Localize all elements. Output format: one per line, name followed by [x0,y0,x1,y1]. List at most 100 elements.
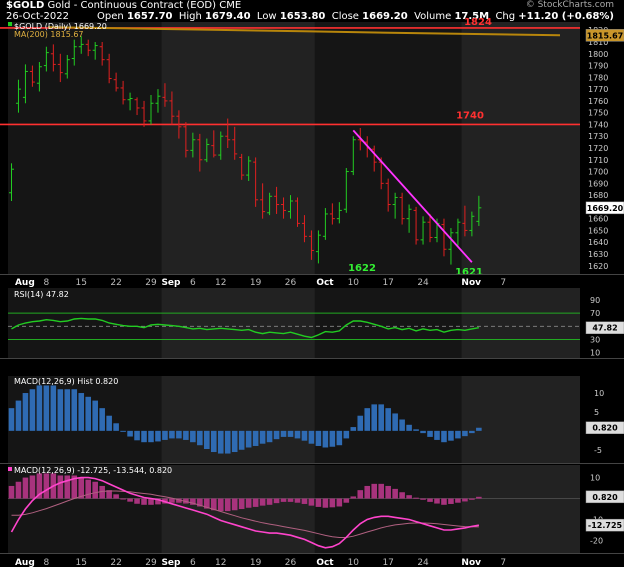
macd-hist-bar-16 [120,498,126,500]
macd-hist-bar-35 [252,498,259,507]
price-legend-swatch [8,22,12,26]
hist-bar-25 [183,430,189,440]
ma-last-tag-text: 1815.67 [587,31,623,40]
hist-y-tick-2: 5 [594,408,599,417]
rsi-legend: RSI(14) 47.82 [14,290,69,299]
macd-hist-bar-53 [378,483,384,499]
panel1-month-band-2 [314,288,462,358]
panel1-month-band-1 [161,288,315,358]
panel0-month-band-3 [461,22,580,274]
panel3-month-band-1 [161,465,315,553]
x-tick-label-0-0: Aug [15,278,35,288]
macd-hist-bar-23 [169,498,175,503]
hist-bar-41 [294,430,301,439]
hist-bar-32 [231,430,238,453]
hist-bar-43 [308,430,315,444]
panel2-month-band-3 [461,376,580,463]
x-tick-label-1-6: 6 [190,558,196,567]
x-tick-label-0-1: 8 [43,278,49,288]
macd-hist-bar-31 [224,498,231,512]
x-tick-label-0-4: 29 [145,278,157,288]
hist-bar-67 [476,427,482,431]
macd-hist-bar-64 [455,498,461,503]
hist-legend: MACD(12,26,9) Hist 0.820 [14,377,118,386]
hist-bar-0 [8,408,15,431]
x-tick-label-1-1: 8 [43,558,49,567]
hist-bar-35 [252,430,259,446]
macd-hist-bar-41 [294,498,301,503]
hist-bar-56 [399,419,405,431]
x-tick-label-1-7: 12 [215,558,226,567]
hist-bar-21 [155,430,161,442]
hist-bar-42 [301,430,308,441]
x-tick-label-1-8: 19 [250,558,262,567]
x-tick-label-1-14: Nov [461,558,481,567]
price-y-tick-0: 1620 [588,262,608,271]
hist-bar-11 [85,396,92,431]
price-y-tick-14: 1760 [588,97,608,106]
price-y-tick-11: 1730 [588,132,608,141]
hist-bar-28 [204,430,210,450]
hist-bar-19 [141,430,147,443]
hist-bar-12 [92,400,98,431]
hist-bar-60 [427,430,433,437]
hist-bar-22 [162,430,168,440]
hist-bar-24 [176,430,182,439]
macd-last-tag-text: -12.725 [588,521,623,530]
price-y-tick-12: 1740 [588,120,608,129]
macd-hist-bar-63 [448,498,454,504]
macd-hist-bar-44 [315,498,322,507]
hist-bar-64 [455,430,461,439]
macd-hist-bar-45 [322,498,329,508]
hist-bar-57 [406,424,412,431]
hist-bar-37 [266,430,273,443]
hist-bar-15 [113,423,119,431]
hist-y-tick-0: -5 [594,446,602,455]
hist-bar-62 [441,430,447,443]
hist-bar-39 [280,430,287,437]
hist-bar-50 [357,415,364,431]
price-y-tick-9: 1710 [588,156,608,165]
macd-hist-last-tag-text: 0.820 [592,493,618,502]
macd-hist-bar-39 [280,498,287,502]
price-y-tick-13: 1750 [588,109,608,118]
price-last-tag-text: 1669.20 [587,204,624,213]
panel0-month-band-1 [161,22,315,274]
hist-bar-20 [148,430,154,443]
x-tick-label-1-4: 29 [145,558,157,567]
hist-bar-48 [343,430,350,439]
macd-hist-bar-42 [301,498,308,504]
price-y-tick-2: 1640 [588,238,608,247]
hist-bar-31 [224,430,231,454]
price-y-tick-3: 1650 [588,226,608,235]
x-tick-label-1-10: Oct [316,558,334,567]
x-tick-label-1-9: 26 [285,558,297,567]
macd-hist-bar-40 [287,498,294,502]
hist-bar-26 [190,430,196,443]
hist-bar-53 [378,404,384,431]
macd-legend: MACD(12,26,9) -12.725, -13.544, 0.820 [14,466,172,475]
hist-bar-16 [120,430,126,432]
hist-bar-38 [273,430,280,440]
macd-hist-bar-0 [8,485,15,499]
hist-bar-9 [71,389,78,431]
price-y-tick-10: 1720 [588,144,608,153]
x-tick-label-0-7: 12 [215,278,226,288]
annotation-level-1: 1740 [456,110,484,121]
macd-y-tick-0: -20 [590,536,603,545]
macd-hist-bar-34 [245,498,252,508]
x-tick-label-1-0: Aug [15,558,35,567]
macd-hist-bar-7 [57,475,64,499]
x-tick-label-0-14: Nov [461,278,481,288]
annotation-low-2: 1622 [348,263,376,274]
hist-y-tick-3: 10 [594,389,604,398]
x-tick-label-0-2: 15 [76,278,87,288]
annotation-low-3: 1621 [455,267,483,278]
macd-legend-swatch [8,467,12,471]
panel2-month-band-1 [161,376,315,463]
macd-hist-bar-38 [273,498,280,504]
macd-hist-bar-8 [64,475,71,499]
hist-bar-29 [210,430,217,453]
hist-bar-65 [462,430,468,437]
x-tick-label-0-13: 24 [417,278,429,288]
